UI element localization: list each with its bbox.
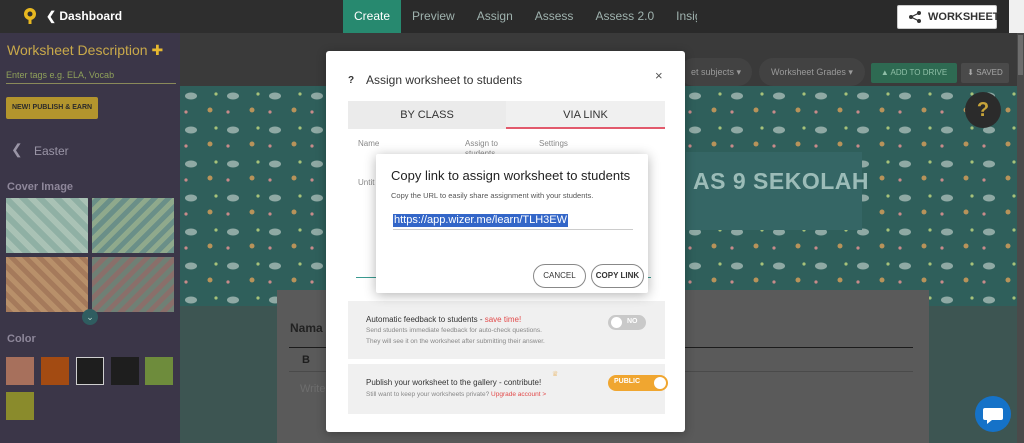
color-swatch-selected[interactable] bbox=[76, 357, 104, 385]
help-icon[interactable]: ? bbox=[965, 92, 1001, 128]
top-left-area: ❮ Dashboard bbox=[0, 0, 343, 33]
publish-gallery-section: ♕ Publish your worksheet to the gallery … bbox=[348, 364, 668, 414]
cover-thumb[interactable] bbox=[6, 257, 88, 312]
chevron-left-icon: ❮ bbox=[46, 9, 60, 23]
tab-via-link[interactable]: VIA LINK bbox=[506, 101, 665, 129]
cover-image-grid bbox=[6, 198, 174, 316]
worksheet-button-label: WORKSHEET bbox=[928, 11, 1000, 23]
left-sidebar: Worksheet Description ✚ Enter tags e.g. … bbox=[0, 33, 180, 443]
copy-dialog-subtitle: Copy the URL to easily share assignment … bbox=[391, 191, 594, 200]
chat-icon bbox=[983, 408, 1003, 424]
grades-dropdown[interactable]: Worksheet Grades ▾ bbox=[759, 58, 865, 86]
share-icon bbox=[909, 11, 921, 23]
color-swatch[interactable] bbox=[111, 357, 139, 385]
write-input[interactable]: Write bbox=[300, 383, 325, 395]
back-label: Dashboard bbox=[59, 9, 123, 23]
subjects-label: et subjects bbox=[690, 67, 734, 77]
color-swatch[interactable] bbox=[6, 392, 34, 420]
saved-label: SAVED bbox=[976, 68, 1003, 77]
tags-underline bbox=[6, 83, 176, 84]
logo-icon[interactable] bbox=[22, 7, 38, 25]
publish-earn-button[interactable]: NEW! PUBLISH & EARN bbox=[6, 97, 98, 119]
theme-name: Easter bbox=[34, 144, 69, 158]
tab-assess-2[interactable]: Assess 2.0 bbox=[584, 0, 665, 33]
cover-image-label: Cover Image bbox=[7, 181, 74, 193]
tab-preview[interactable]: Preview bbox=[401, 0, 466, 33]
close-icon[interactable]: × bbox=[655, 68, 663, 83]
back-to-dashboard-link[interactable]: ❮ Dashboard bbox=[46, 9, 122, 23]
color-label: Color bbox=[7, 333, 36, 345]
column-settings: Settings bbox=[539, 139, 568, 148]
chat-button[interactable] bbox=[975, 396, 1011, 432]
publish-desc: Still want to keep your worksheets priva… bbox=[366, 391, 546, 398]
add-to-drive-label: ADD TO DRIVE bbox=[890, 68, 948, 77]
cover-thumb[interactable] bbox=[92, 257, 174, 312]
feedback-toggle-label: NO bbox=[627, 318, 638, 325]
publish-title: Publish your worksheet to the gallery - … bbox=[366, 378, 542, 387]
column-name: Name bbox=[358, 139, 380, 148]
copy-link-button[interactable]: COPY LINK bbox=[591, 264, 644, 288]
feedback-title-text: Automatic feedback to students - bbox=[366, 315, 485, 324]
tab-by-class[interactable]: BY CLASS bbox=[348, 101, 506, 129]
top-scroll-area bbox=[1009, 0, 1024, 33]
chevron-left-icon[interactable]: ❮ bbox=[11, 141, 23, 158]
question-icon: ? bbox=[348, 75, 355, 86]
cover-thumb[interactable] bbox=[92, 198, 174, 253]
worksheet-title[interactable]: AS 9 SEKOLAH bbox=[693, 168, 869, 195]
modal-title: Assign worksheet to students bbox=[366, 73, 523, 87]
page-scrollbar-thumb[interactable] bbox=[1018, 35, 1023, 75]
auto-feedback-section: Automatic feedback to students - save ti… bbox=[348, 301, 665, 359]
feedback-highlight: save time! bbox=[484, 315, 522, 324]
tab-assign[interactable]: Assign bbox=[466, 0, 524, 33]
publish-desc-text: Still want to keep your worksheets priva… bbox=[366, 391, 492, 398]
drive-icon: ▲ bbox=[880, 68, 889, 77]
tab-create[interactable]: Create bbox=[343, 0, 402, 33]
toggle-knob bbox=[654, 377, 666, 389]
color-swatch[interactable] bbox=[41, 357, 69, 385]
tags-input[interactable]: Enter tags e.g. ELA, Vocab bbox=[6, 70, 114, 80]
worksheet-description-label: Worksheet Description bbox=[7, 42, 148, 58]
crown-icon: ♕ bbox=[552, 371, 559, 378]
feedback-desc-1: Send students immediate feedback for aut… bbox=[366, 327, 542, 334]
add-to-drive-button[interactable]: ▲ ADD TO DRIVE bbox=[871, 63, 957, 83]
copy-dialog-title: Copy link to assign worksheet to student… bbox=[391, 168, 631, 183]
color-swatch[interactable] bbox=[6, 357, 34, 385]
cancel-button[interactable]: CANCEL bbox=[533, 264, 586, 288]
saved-indicator: ⬇ SAVED bbox=[961, 63, 1009, 83]
feedback-title: Automatic feedback to students - save ti… bbox=[366, 315, 521, 324]
download-icon: ⬇ bbox=[967, 68, 974, 77]
plus-icon: ✚ bbox=[151, 42, 164, 58]
url-underline bbox=[393, 229, 633, 230]
page-scrollbar[interactable] bbox=[1017, 33, 1024, 443]
feedback-desc-2: They will see it on the worksheet after … bbox=[366, 338, 545, 345]
color-swatch[interactable] bbox=[145, 357, 173, 385]
chevron-down-icon[interactable]: ⌄ bbox=[82, 309, 98, 325]
main-tabs: Create Preview Assign Assess Assess 2.0 … bbox=[343, 0, 729, 33]
row-name: Untit bbox=[358, 178, 375, 187]
nama-label: Nama bbox=[290, 321, 323, 335]
top-nav: ❮ Dashboard Create Preview Assign Assess… bbox=[0, 0, 1024, 33]
tab-assess[interactable]: Assess bbox=[524, 0, 585, 33]
toggle-knob bbox=[611, 317, 622, 328]
cover-thumb[interactable] bbox=[6, 198, 88, 253]
public-toggle-label: PUBLIC bbox=[614, 378, 641, 385]
assign-url-field[interactable]: https://app.wizer.me/learn/TLH3EW bbox=[393, 214, 569, 227]
worksheet-description[interactable]: Worksheet Description ✚ bbox=[7, 42, 163, 59]
feedback-toggle[interactable]: NO bbox=[608, 315, 646, 330]
public-toggle[interactable]: PUBLIC bbox=[608, 375, 668, 391]
subjects-dropdown[interactable]: et subjects ▾ bbox=[680, 58, 752, 86]
assign-tabs: BY CLASS VIA LINK bbox=[348, 101, 665, 129]
upgrade-account-link[interactable]: Upgrade account > bbox=[491, 391, 546, 398]
active-tab-indicator bbox=[506, 127, 665, 129]
bold-button[interactable]: B bbox=[302, 354, 310, 366]
copy-link-dialog: Copy link to assign worksheet to student… bbox=[376, 154, 648, 293]
worksheet-share-button[interactable]: WORKSHEET bbox=[897, 5, 1000, 29]
grades-label: Worksheet Grades bbox=[771, 67, 846, 77]
upgrade-label: Upgrade account bbox=[491, 391, 541, 398]
